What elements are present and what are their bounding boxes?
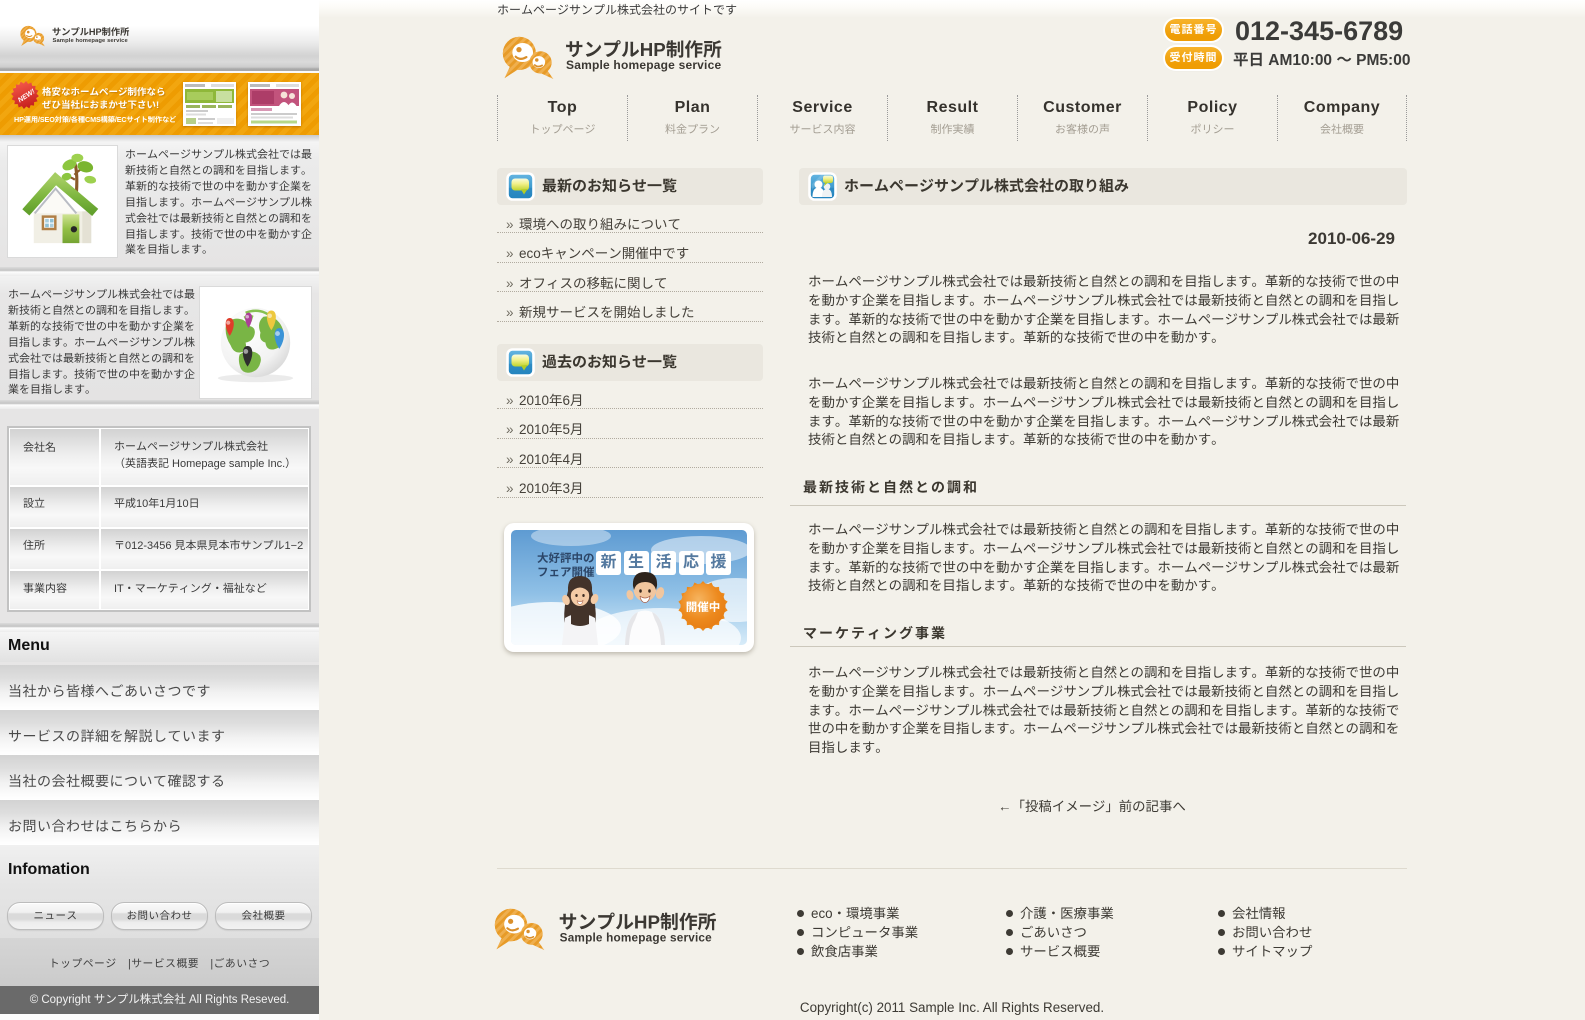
svg-text:開催中: 開催中 xyxy=(686,601,721,614)
